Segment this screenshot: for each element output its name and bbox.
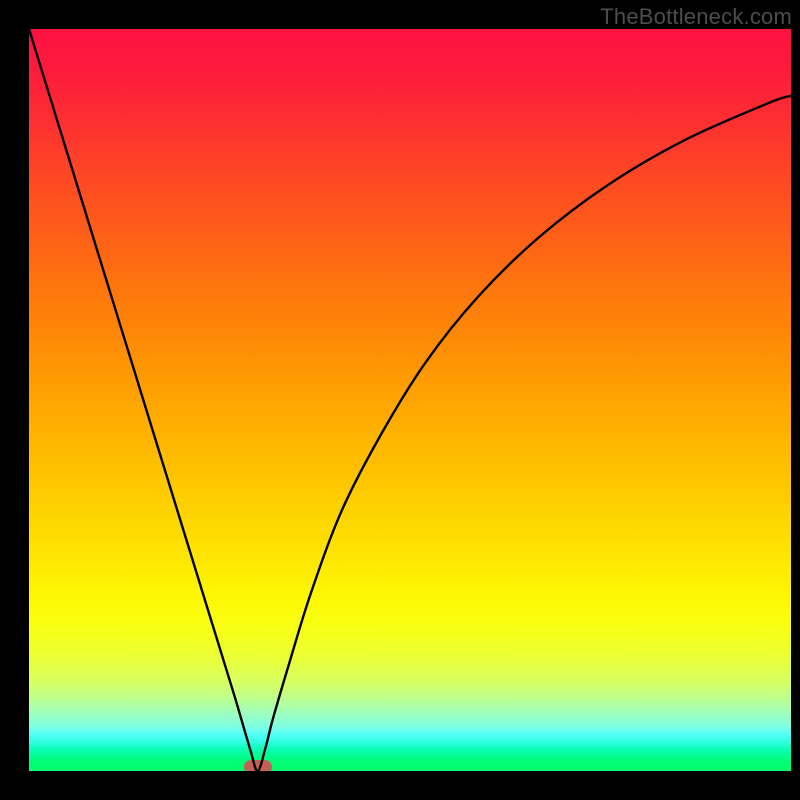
plot-area bbox=[29, 29, 791, 771]
curve-svg bbox=[29, 29, 791, 771]
chart-frame: TheBottleneck.com bbox=[0, 0, 800, 800]
bottleneck-curve bbox=[29, 29, 791, 771]
watermark-text: TheBottleneck.com bbox=[600, 4, 792, 30]
